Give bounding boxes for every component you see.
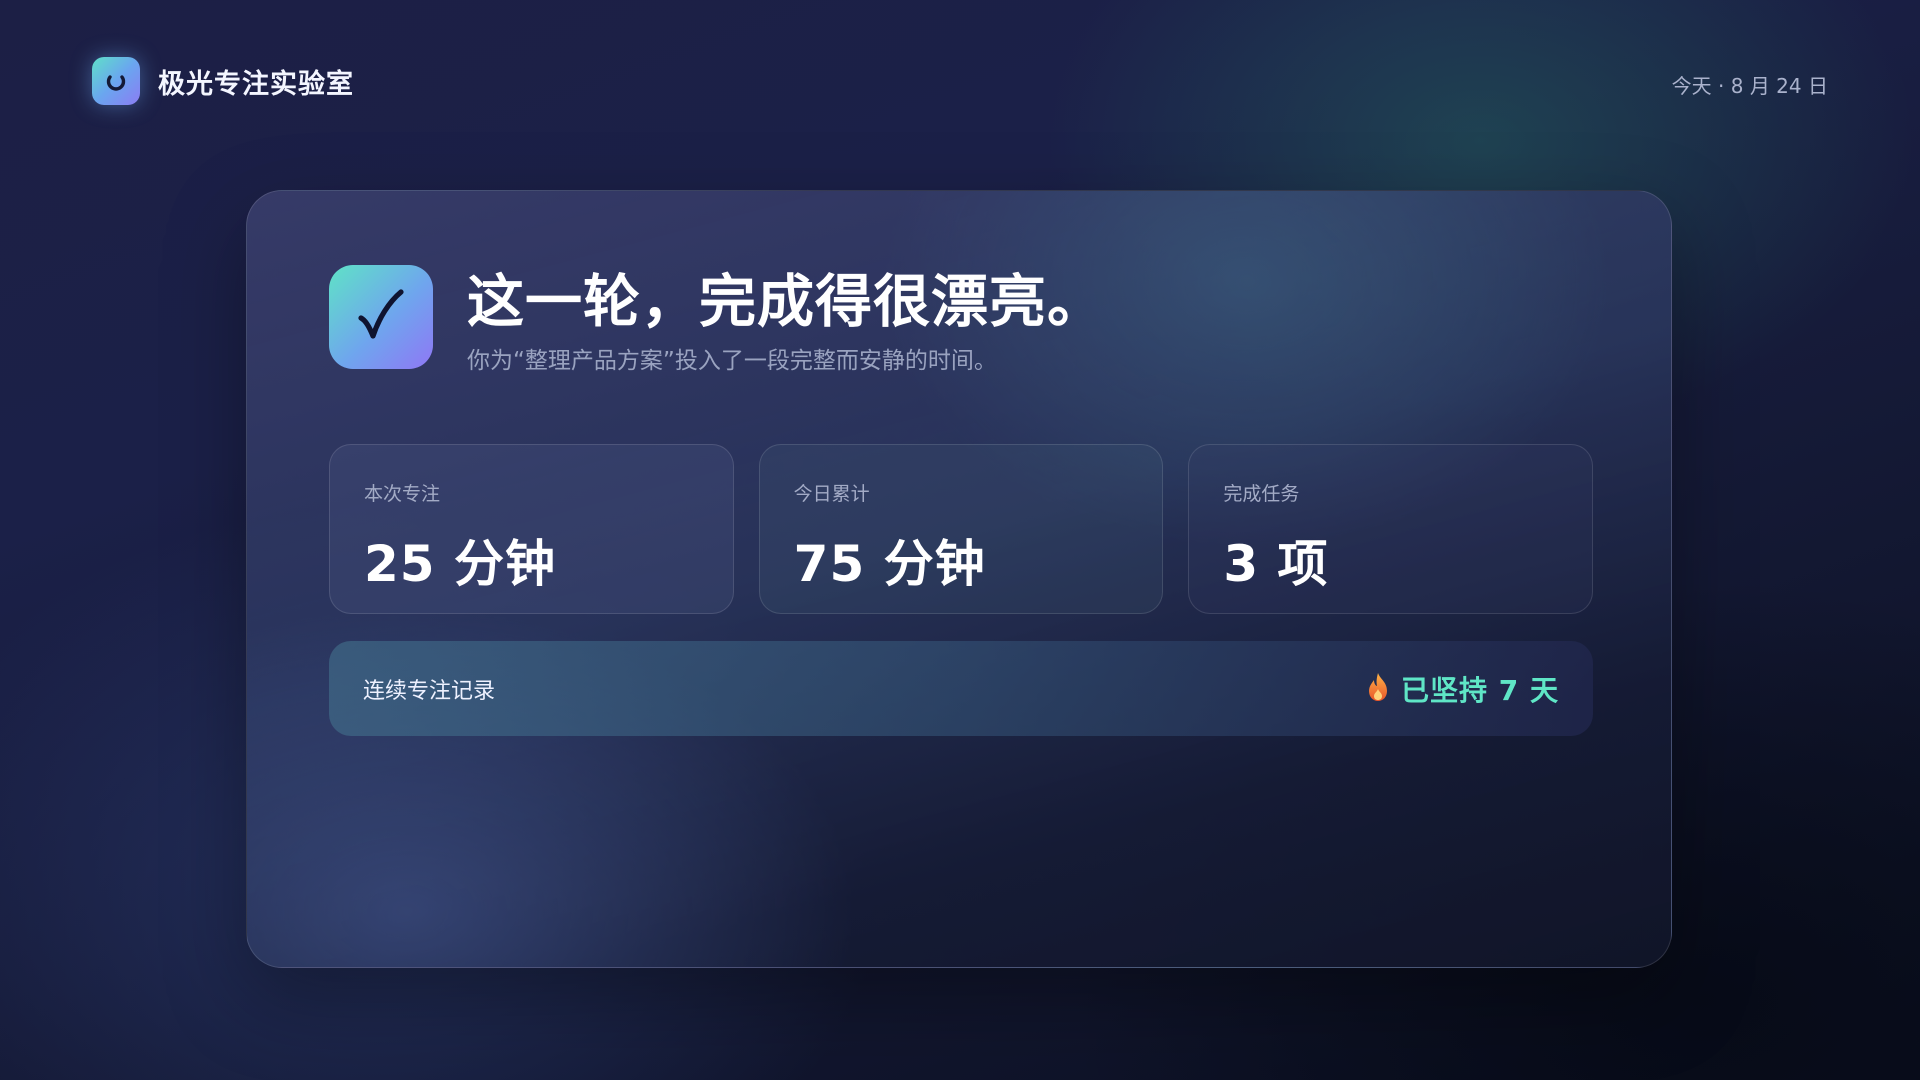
app-name: 极光专注实验室 [158, 68, 354, 100]
streak-value: 已坚持 7 天 [1401, 673, 1559, 707]
loop-icon [103, 68, 129, 94]
app-logo [92, 57, 140, 105]
streak-label: 连续专注记录 [363, 678, 496, 704]
summary-text: 这一轮，完成得很漂亮。 你为“整理产品方案”投入了一段完整而安静的时间。 [467, 267, 1105, 375]
stat-label: 本次专注 [364, 483, 441, 505]
flame-icon [1367, 672, 1389, 706]
summary-subtitle: 你为“整理产品方案”投入了一段完整而安静的时间。 [467, 348, 997, 374]
app-header: 极光专注实验室 [92, 57, 354, 105]
stat-value: 3 项 [1223, 535, 1329, 593]
streak-status: 已坚持 7 天 [1367, 669, 1559, 709]
summary-hero: 这一轮，完成得很漂亮。 你为“整理产品方案”投入了一段完整而安静的时间。 [329, 265, 1105, 375]
streak-banner: 连续专注记录 已坚持 7 天 [329, 641, 1593, 736]
success-badge [329, 265, 433, 369]
checkmark-icon [355, 288, 407, 346]
stat-card-tasks-done: 完成任务 3 项 [1188, 444, 1594, 614]
stat-label: 今日累计 [793, 483, 870, 505]
summary-title: 这一轮，完成得很漂亮。 [467, 269, 1105, 335]
date-label: 今天 · 8 月 24 日 [1671, 74, 1828, 98]
stat-value: 25 分钟 [364, 535, 556, 593]
session-summary-card: 这一轮，完成得很漂亮。 你为“整理产品方案”投入了一段完整而安静的时间。 本次专… [246, 190, 1672, 968]
stat-label: 完成任务 [1223, 483, 1300, 505]
stat-value: 75 分钟 [793, 535, 986, 593]
stat-card-session-focus: 本次专注 25 分钟 [329, 444, 734, 614]
stats-row: 本次专注 25 分钟 今日累计 75 分钟 完成任务 3 项 [329, 444, 1594, 614]
stat-card-today-total: 今日累计 75 分钟 [758, 444, 1164, 614]
